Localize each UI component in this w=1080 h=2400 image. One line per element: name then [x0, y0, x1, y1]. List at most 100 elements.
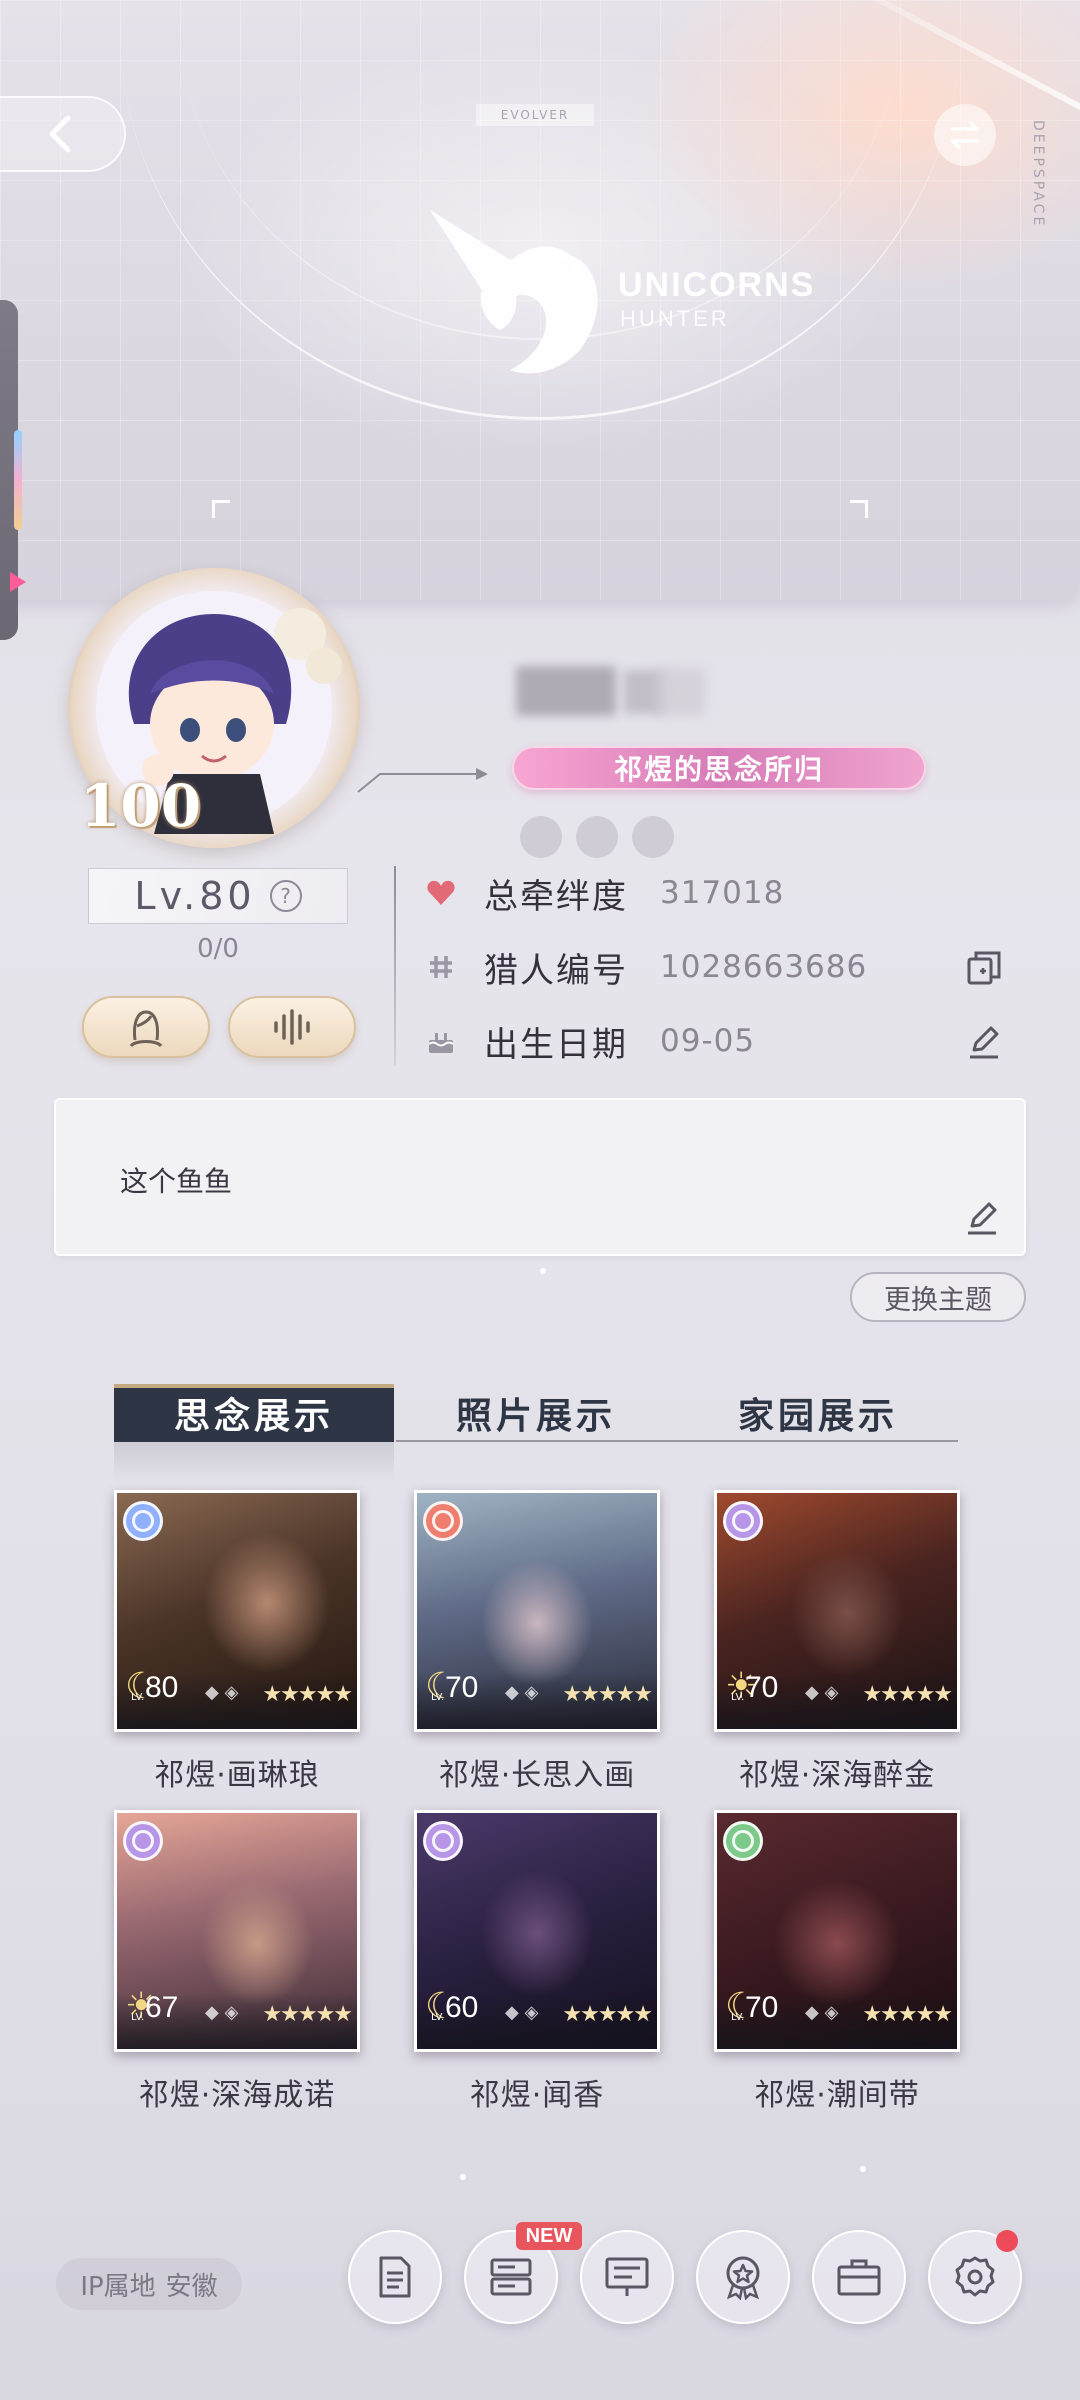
sparkle — [860, 2166, 866, 2172]
stat-bond: 总牵绊度 317018 — [424, 868, 784, 918]
card-level: 80 — [145, 1671, 179, 1704]
memory-card[interactable]: ☾ LV. 80 ◆ ◈ ★★★★★ — [114, 1490, 360, 1732]
exp-text: 0/0 — [197, 934, 239, 964]
back-button[interactable] — [0, 96, 126, 172]
card-stars: ★★★★★ — [862, 2002, 953, 2027]
frame-corner — [212, 500, 230, 518]
card-name: 祁煜·深海醉金 — [738, 1758, 936, 1793]
edit-icon — [968, 1202, 997, 1235]
tab-home-display[interactable]: 家园展示 — [678, 1384, 958, 1442]
hash-icon — [424, 950, 458, 984]
female-avatar-icon — [129, 1010, 163, 1048]
memory-card[interactable]: ☀ LV. 67 ◆ ◈ ★★★★★ — [114, 1810, 360, 2052]
card-lv-tag: LV. — [431, 1692, 445, 1703]
rarity-gem-icon — [123, 1501, 163, 1541]
switch-button[interactable] — [934, 104, 996, 166]
level-box: Lv.80 ? — [88, 868, 348, 924]
card-lv-tag: LV. — [131, 2012, 145, 2023]
card-name: 祁煜·潮间带 — [754, 2078, 920, 2113]
stat-label: 总牵绊度 — [484, 876, 628, 917]
memory-card[interactable]: ☾ LV. 70 ◆ ◈ ★★★★★ — [414, 1490, 660, 1732]
badge-slot[interactable] — [520, 816, 562, 858]
back-arrow-icon — [49, 115, 71, 153]
card-status-icons: ◆ ◈ — [805, 1682, 839, 1703]
card-level: 70 — [745, 1671, 779, 1704]
achievement-icon — [726, 2256, 760, 2300]
logo-subtitle: HUNTER — [620, 306, 730, 331]
card-name: 祁煜·闻香 — [469, 2078, 605, 2113]
stat-value: 317018 — [660, 875, 785, 911]
card-level: 70 — [745, 1991, 779, 2024]
voice-button[interactable] — [228, 996, 356, 1058]
signature-text: 这个鱼鱼 — [120, 1165, 233, 1198]
card-status-icons: ◆ ◈ — [205, 2002, 239, 2023]
message-board-icon — [605, 2257, 649, 2296]
edit-signature-button[interactable] — [964, 1200, 1004, 1240]
nav-document-button[interactable] — [348, 2230, 442, 2324]
swap-icon — [951, 121, 979, 149]
cake-icon — [424, 1024, 458, 1058]
briefcase-icon — [837, 2259, 881, 2296]
nav-briefcase-button[interactable] — [812, 2230, 906, 2324]
stat-value: 09-05 — [660, 1023, 756, 1059]
stat-hunter-id: 猎人编号 1028663686 — [424, 942, 867, 992]
badge-slot[interactable] — [576, 816, 618, 858]
copy-icon — [967, 951, 1001, 985]
voice-wave-icon — [274, 1009, 310, 1045]
memory-card[interactable]: ☀ LV. 70 ◆ ◈ ★★★★★ — [714, 1490, 960, 1732]
card-status-icons: ◆ ◈ — [505, 1682, 539, 1703]
badge-slot[interactable] — [632, 816, 674, 858]
card-lv-tag: LV. — [731, 2012, 745, 2023]
tab-memory-display[interactable]: 思念展示 — [114, 1384, 394, 1442]
card-stars: ★★★★★ — [562, 2002, 653, 2027]
card-status-icons: ◆ ◈ — [505, 2002, 539, 2023]
card-stars: ★★★★★ — [262, 1682, 353, 1707]
drawer-arrow-icon — [10, 572, 26, 592]
card-status-icons: ◆ ◈ — [805, 2002, 839, 2023]
document-icon — [379, 2256, 411, 2298]
nav-achievement-button[interactable] — [696, 2230, 790, 2324]
notification-dot — [996, 2230, 1018, 2252]
card-level: 67 — [145, 1991, 179, 2024]
edit-icon — [970, 1026, 999, 1059]
settings-icon — [955, 2256, 995, 2297]
edit-birthday-button[interactable] — [964, 1022, 1004, 1062]
ip-label: IP属地 — [80, 2271, 156, 2302]
badge-slots — [520, 816, 674, 858]
appearance-button[interactable] — [82, 996, 210, 1058]
memory-card[interactable]: ☾ LV. 70 ◆ ◈ ★★★★★ — [714, 1810, 960, 2052]
copy-button[interactable] — [964, 948, 1004, 988]
evolver-label: EVOLVER — [476, 104, 594, 126]
card-stars: ★★★★★ — [562, 1682, 653, 1707]
new-badge: NEW — [516, 2222, 582, 2250]
change-theme-button[interactable]: 更换主题 — [850, 1272, 1026, 1322]
title-badge[interactable]: 祁煜的思念所归 — [512, 746, 926, 790]
level-text: Lv.80 — [134, 874, 256, 918]
rarity-gem-icon — [723, 1501, 763, 1541]
intimacy-level: 100 — [80, 772, 202, 840]
rarity-gem-icon — [123, 1821, 163, 1861]
card-lv-tag: LV. — [131, 1692, 145, 1703]
username-redacted — [516, 666, 616, 716]
rarity-gem-icon — [723, 1821, 763, 1861]
card-name: 祁煜·深海成诺 — [138, 2078, 336, 2113]
card-level: 60 — [445, 1991, 479, 2024]
stat-value: 1028663686 — [660, 949, 868, 985]
tab-photo-display[interactable]: 照片展示 — [396, 1384, 676, 1442]
stat-label: 出生日期 — [484, 1024, 628, 1065]
help-icon[interactable]: ? — [269, 880, 302, 912]
heart-icon — [424, 876, 458, 910]
card-name: 祁煜·画琳琅 — [154, 1758, 320, 1793]
rarity-gem-icon — [423, 1501, 463, 1541]
nav-message-board-button[interactable] — [580, 2230, 674, 2324]
card-lv-tag: LV. — [431, 2012, 445, 2023]
connector-line — [357, 768, 488, 793]
deepspace-label: DEEPSPACE — [1030, 120, 1046, 229]
memory-card[interactable]: ☾ LV. 60 ◆ ◈ ★★★★★ — [414, 1810, 660, 2052]
card-lv-tag: LV. — [731, 1692, 745, 1703]
list-icon — [490, 2258, 532, 2296]
stat-label: 猎人编号 — [484, 950, 628, 991]
tab-underline — [396, 1440, 958, 1442]
stat-birthday: 出生日期 09-05 — [424, 1016, 755, 1066]
ip-location: IP属地 安徽 — [56, 2258, 242, 2310]
